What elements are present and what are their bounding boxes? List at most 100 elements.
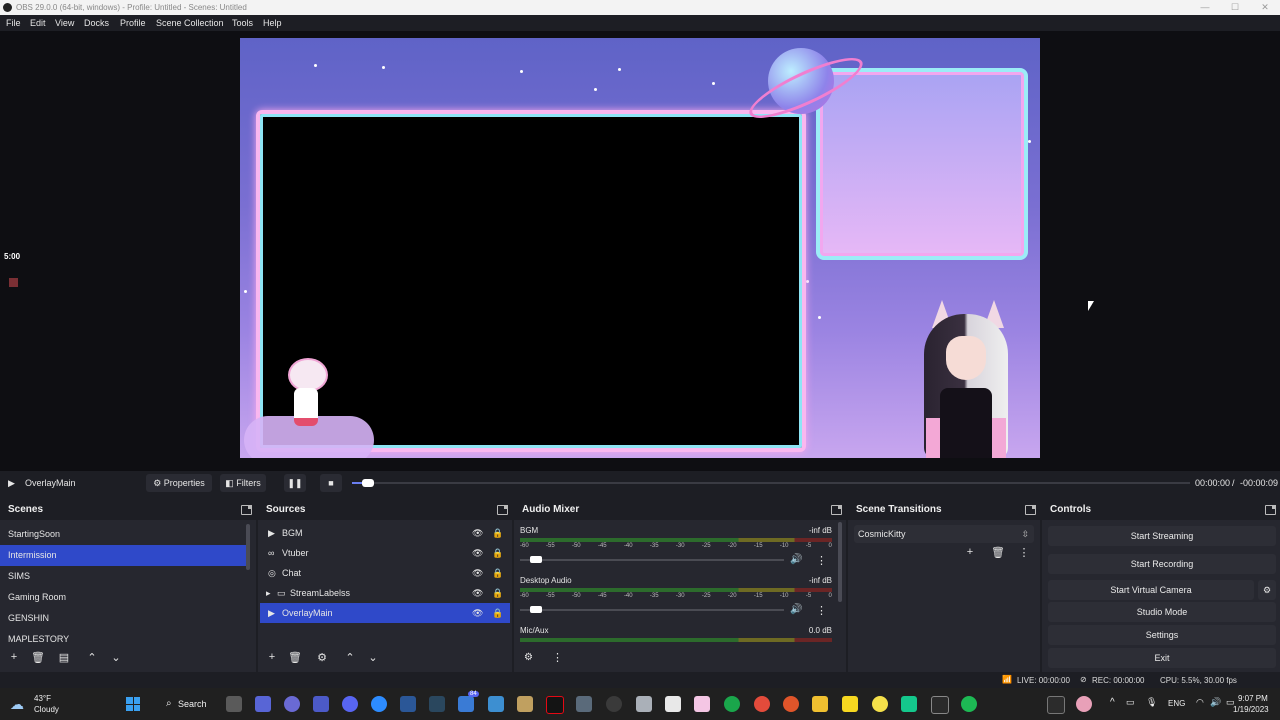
menu-file[interactable]: File [6, 18, 21, 28]
app-icon[interactable] [636, 696, 652, 712]
channel-menu-icon[interactable]: ⋮ [816, 604, 827, 617]
add-scene-button[interactable]: + [6, 651, 22, 663]
vscode-icon[interactable] [488, 696, 504, 712]
volume-handle[interactable] [530, 606, 543, 613]
weather-text[interactable]: Cloudy [34, 705, 59, 714]
scenes-scrollbar[interactable] [246, 524, 250, 570]
spotify-icon[interactable] [961, 696, 977, 712]
tray-app-icon[interactable]: ▭ [1126, 697, 1135, 708]
seek-handle[interactable] [362, 479, 374, 487]
source-item-streamlabelss[interactable]: ▸ ▭ StreamLabelss 👁 🔒 [260, 583, 510, 603]
steam-icon[interactable] [429, 696, 445, 712]
clock-time[interactable]: 9:07 PM [1238, 694, 1268, 703]
undock-icon[interactable] [497, 505, 508, 515]
eye-icon[interactable]: 👁 [472, 603, 483, 623]
speaker-icon[interactable]: 🔊 [790, 604, 802, 615]
studio-mode-button[interactable]: Studio Mode [1048, 602, 1276, 622]
settings-button[interactable]: Settings [1048, 625, 1276, 645]
wifi-icon[interactable]: ◠ [1196, 697, 1204, 708]
transition-select[interactable]: CosmicKitty ⇳ [854, 525, 1034, 543]
mail-icon[interactable] [458, 696, 474, 712]
app-icon[interactable] [783, 696, 799, 712]
scene-item-selected[interactable]: Intermission [0, 545, 250, 566]
menu-docks[interactable]: Docks [84, 18, 109, 28]
add-transition-button[interactable]: + [962, 546, 978, 558]
app-icon[interactable] [517, 696, 533, 712]
undock-icon[interactable] [241, 505, 252, 515]
menu-tools[interactable]: Tools [232, 18, 253, 28]
remove-source-button[interactable]: 🗑 [287, 651, 303, 664]
scene-item[interactable]: GENSHIN [0, 608, 250, 629]
tray-app-icon[interactable] [1047, 696, 1065, 714]
properties-button[interactable]: ⚙ Properties [146, 474, 212, 492]
start-streaming-button[interactable]: Start Streaming [1048, 526, 1276, 546]
source-item-vtuber[interactable]: ∞ Vtuber 👁 🔒 [260, 543, 510, 563]
app-icon[interactable] [255, 696, 271, 712]
volume-slider[interactable] [520, 556, 784, 563]
start-recording-button[interactable]: Start Recording [1048, 554, 1276, 574]
speaker-icon[interactable]: 🔊 [790, 554, 802, 565]
menu-profile[interactable]: Profile [120, 18, 146, 28]
task-view-icon[interactable] [226, 696, 242, 712]
scene-item[interactable]: MAPLESTORY [0, 629, 250, 643]
scene-filters-button[interactable]: ▤ [56, 651, 72, 664]
file-explorer-icon[interactable] [812, 696, 828, 712]
source-item-bgm[interactable]: ▶ BGM 👁 🔒 [260, 523, 510, 543]
scene-item[interactable]: StartingSoon [0, 524, 250, 545]
mixer-scrollbar[interactable] [838, 522, 842, 602]
tray-app-icon[interactable] [1076, 696, 1092, 712]
media-seek-slider[interactable] [352, 479, 1190, 487]
app-icon[interactable] [842, 696, 858, 712]
virtual-camera-settings-button[interactable]: ⚙ [1258, 580, 1276, 600]
eye-icon[interactable]: 👁 [472, 543, 483, 563]
chrome-icon[interactable] [754, 696, 770, 712]
volume-slider[interactable] [520, 606, 784, 613]
volume-icon[interactable]: 🔊 [1210, 697, 1221, 708]
language-indicator[interactable]: ENG [1168, 699, 1185, 708]
app-icon[interactable] [872, 696, 888, 712]
app-icon[interactable] [665, 696, 681, 712]
close-button[interactable]: ✕ [1250, 0, 1280, 15]
source-properties-button[interactable]: ⚙ [314, 651, 330, 664]
app-icon[interactable] [901, 696, 917, 712]
eye-icon[interactable]: 👁 [472, 583, 483, 603]
discord-icon[interactable] [342, 696, 358, 712]
menu-scene-collection[interactable]: Scene Collection [156, 18, 224, 28]
app-icon[interactable] [694, 696, 710, 712]
move-source-down-button[interactable]: ⌄ [365, 651, 381, 664]
scene-item[interactable]: SIMS [0, 566, 250, 587]
transition-menu-button[interactable]: ⋮ [1016, 546, 1032, 559]
mixer-menu-icon[interactable]: ⋮ [552, 651, 563, 664]
advanced-audio-icon[interactable]: ⚙ [524, 652, 533, 663]
microphone-icon[interactable]: 🎙 [1146, 697, 1157, 708]
add-source-button[interactable]: + [264, 651, 280, 663]
app-icon[interactable] [606, 696, 622, 712]
pause-button[interactable]: ❚❚ [284, 474, 306, 492]
app-icon[interactable] [576, 696, 592, 712]
move-source-up-button[interactable]: ⌃ [342, 651, 358, 664]
lock-icon[interactable]: 🔒 [492, 563, 503, 583]
weather-cloud-icon[interactable]: ☁ [10, 696, 24, 713]
zoom-icon[interactable] [371, 696, 387, 712]
windows-start-icon[interactable] [126, 697, 140, 711]
netflix-icon[interactable] [546, 696, 564, 714]
undock-icon[interactable] [1025, 505, 1036, 515]
undock-icon[interactable] [831, 505, 842, 515]
undock-icon[interactable] [1265, 505, 1276, 515]
app-icon[interactable] [931, 696, 949, 714]
taskbar-search[interactable]: ⌕ Search [158, 694, 210, 714]
source-item-chat[interactable]: ◎ Chat 👁 🔒 [260, 563, 510, 583]
clock-date[interactable]: 1/19/2023 [1233, 705, 1269, 714]
channel-menu-icon[interactable]: ⋮ [816, 554, 827, 567]
teams-icon[interactable] [313, 696, 329, 712]
volume-handle[interactable] [530, 556, 543, 563]
menu-view[interactable]: View [55, 18, 74, 28]
weather-temp[interactable]: 43°F [34, 694, 51, 703]
scene-item[interactable]: Gaming Room [0, 587, 250, 608]
lock-icon[interactable]: 🔒 [492, 603, 503, 623]
tray-expand-icon[interactable]: ^ [1110, 697, 1115, 708]
lock-icon[interactable]: 🔒 [492, 543, 503, 563]
maximize-button[interactable]: ☐ [1220, 0, 1250, 15]
word-icon[interactable] [400, 696, 416, 712]
remove-scene-button[interactable]: 🗑 [30, 651, 46, 664]
